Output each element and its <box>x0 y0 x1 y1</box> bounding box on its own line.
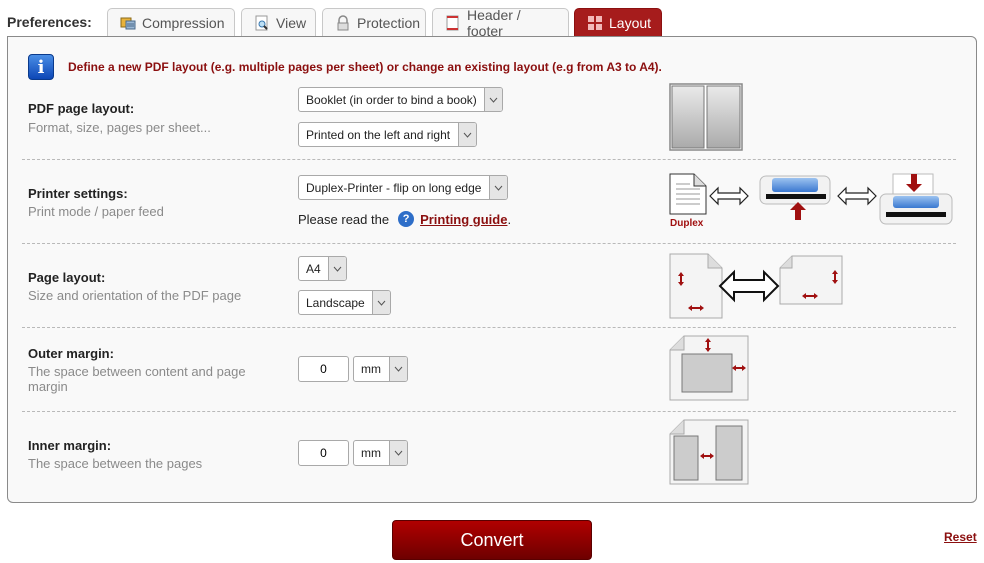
layout-panel: i Define a new PDF layout (e.g. multiple… <box>7 36 977 503</box>
lock-icon <box>335 15 351 31</box>
chevron-down-icon <box>389 441 407 465</box>
double-arrow-icon <box>709 186 749 206</box>
tab-header-footer[interactable]: Header / footer <box>432 7 569 39</box>
inner-margin-unit-value: mm <box>361 446 381 460</box>
guide-suffix: . <box>507 211 512 227</box>
printer-top-feed-icon <box>879 173 953 225</box>
chevron-down-icon <box>484 88 502 111</box>
tab-view-label: View <box>276 15 307 31</box>
printer-mode-select[interactable]: Duplex-Printer - flip on long edge <box>298 175 508 200</box>
pdf-layout-select-value: Booklet (in order to bind a book) <box>306 92 477 107</box>
orientation-illustration <box>669 253 843 319</box>
pdf-layout-title: PDF page layout: <box>28 101 135 116</box>
inner-margin-illustration <box>669 419 749 485</box>
info-icon: i <box>28 54 54 80</box>
portrait-page-icon <box>669 253 723 319</box>
double-arrow-icon <box>718 269 780 303</box>
section-page-layout: Page layout: Size and orientation of the… <box>22 243 956 327</box>
info-text: Define a new PDF layout (e.g. multiple p… <box>68 60 662 74</box>
chevron-down-icon <box>389 357 407 381</box>
outer-margin-title: Outer margin: <box>28 346 114 361</box>
duplex-document-icon: Duplex <box>669 173 707 229</box>
outer-margin-input[interactable] <box>298 356 349 382</box>
inner-margin-input[interactable] <box>298 440 349 466</box>
section-pdf-page-layout: PDF page layout: Format, size, pages per… <box>22 81 956 161</box>
chevron-down-icon <box>372 291 390 314</box>
printer-mode-select-value: Duplex-Printer - flip on long edge <box>306 180 482 195</box>
tab-compression[interactable]: Compression <box>107 8 235 37</box>
section-printer-settings: Printer settings: Print mode / paper fee… <box>22 159 956 243</box>
printing-guide-link[interactable]: Printing guide <box>420 212 507 227</box>
outer-margin-unit-value: mm <box>361 362 381 376</box>
pdf-layout-select[interactable]: Booklet (in order to bind a book) <box>298 87 503 112</box>
preferences-tabs: Preferences: Compression View Protection… <box>0 7 984 39</box>
print-side-select[interactable]: Printed on the left and right <box>298 122 477 147</box>
printing-guide-line: Please read the ? Printing guide . <box>298 211 511 227</box>
pdf-layout-description: Format, size, pages per sheet... <box>28 120 211 135</box>
page-layout-title: Page layout: <box>28 270 106 285</box>
reset-link[interactable]: Reset <box>944 530 977 544</box>
view-magnifier-icon <box>254 15 270 31</box>
info-banner: i Define a new PDF layout (e.g. multiple… <box>28 54 662 80</box>
duplex-printer-illustration: Duplex <box>669 173 953 229</box>
tab-layout[interactable]: Layout <box>574 8 662 37</box>
page-orientation-select-value: Landscape <box>306 295 365 310</box>
header-footer-page-icon <box>445 15 461 31</box>
outer-margin-unit-select[interactable]: mm <box>353 356 408 382</box>
printer-settings-title: Printer settings: <box>28 186 128 201</box>
chevron-down-icon <box>458 123 476 146</box>
inner-margin-title: Inner margin: <box>28 438 112 453</box>
double-arrow-icon <box>837 186 877 206</box>
tab-compression-label: Compression <box>142 15 225 31</box>
chevron-down-icon <box>328 257 346 280</box>
section-outer-margin: Outer margin: The space between content … <box>22 327 956 411</box>
chevron-down-icon <box>489 176 507 199</box>
page-orientation-select[interactable]: Landscape <box>298 290 391 315</box>
outer-margin-description: The space between content and page margi… <box>28 364 246 394</box>
layout-grid-icon <box>587 15 603 31</box>
outer-margin-illustration <box>669 335 749 401</box>
printer-icon <box>759 175 831 220</box>
tab-protection[interactable]: Protection <box>322 8 426 37</box>
booklet-pages-illustration <box>669 83 743 151</box>
page-size-select-value: A4 <box>306 261 321 276</box>
svg-text:Duplex: Duplex <box>670 218 704 229</box>
inner-margin-unit-select[interactable]: mm <box>353 440 408 466</box>
page-layout-description: Size and orientation of the PDF page <box>28 288 242 303</box>
print-side-select-value: Printed on the left and right <box>306 127 451 142</box>
tab-protection-label: Protection <box>357 15 421 31</box>
page-size-select[interactable]: A4 <box>298 256 347 281</box>
landscape-page-icon <box>779 255 843 305</box>
convert-button[interactable]: Convert <box>392 520 592 560</box>
printer-settings-description: Print mode / paper feed <box>28 204 164 219</box>
preferences-label: Preferences: <box>7 14 92 30</box>
tab-layout-label: Layout <box>609 15 652 31</box>
guide-prefix: Please read the <box>298 211 390 227</box>
compression-icon <box>120 15 136 31</box>
help-question-icon: ? <box>398 211 415 227</box>
section-inner-margin: Inner margin: The space between the page… <box>22 411 956 495</box>
tab-view[interactable]: View <box>241 8 316 37</box>
inner-margin-description: The space between the pages <box>28 456 203 471</box>
tab-header-footer-label: Header / footer <box>467 7 521 39</box>
